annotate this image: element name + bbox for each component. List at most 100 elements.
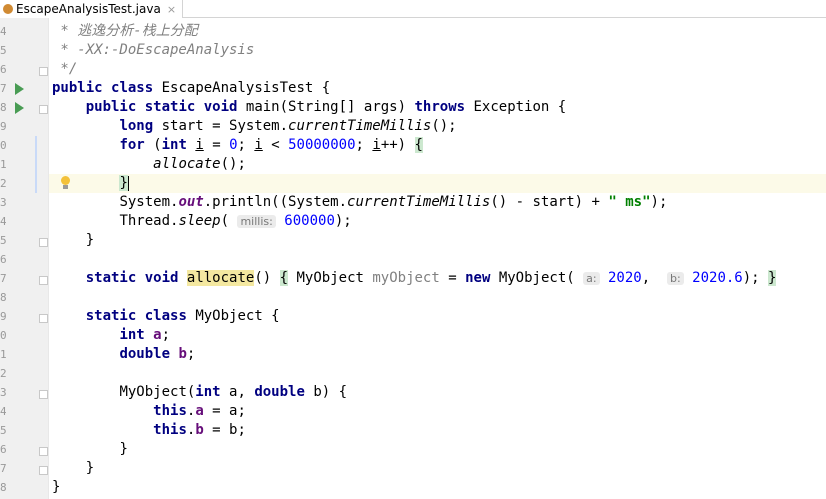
number-literal: 600000 xyxy=(284,213,335,229)
code-line: public class EscapeAnalysisTest { xyxy=(52,79,330,98)
line-number: 1 xyxy=(0,348,6,361)
keyword: int xyxy=(161,137,187,153)
loop-variable: i xyxy=(195,137,204,153)
fold-icon[interactable] xyxy=(39,390,48,399)
code-text: ); xyxy=(334,213,352,229)
fold-icon[interactable] xyxy=(39,276,48,285)
keyword: public xyxy=(52,80,103,96)
run-main-icon[interactable] xyxy=(15,102,24,114)
keyword: throws xyxy=(414,99,466,115)
tab-escape-analysis-test[interactable]: EscapeAnalysisTest.java × xyxy=(0,0,184,18)
loop-variable: i xyxy=(372,137,381,153)
code-text: ; xyxy=(161,327,171,343)
fold-icon[interactable] xyxy=(39,238,48,247)
keyword: new xyxy=(465,270,491,286)
code-text: .println((System. xyxy=(203,194,348,210)
code-text: } xyxy=(119,441,128,457)
code-text: Exception { xyxy=(465,99,567,115)
fold-icon[interactable] xyxy=(39,67,48,76)
keyword: static xyxy=(85,270,137,286)
comment: */ xyxy=(52,61,78,77)
static-method-call: currentTimeMillis xyxy=(347,194,491,210)
line-number: 1 xyxy=(0,158,6,171)
comment: * 逃逸分析-栈上分配 xyxy=(52,23,198,39)
unused-variable: myObject xyxy=(372,270,440,286)
line-number: 4 xyxy=(0,215,6,228)
code-text: ++) xyxy=(380,137,415,153)
keyword: this xyxy=(153,403,187,419)
code-text: = a; xyxy=(203,403,246,419)
close-icon[interactable]: × xyxy=(167,3,176,16)
code-line: * 逃逸分析-栈上分配 xyxy=(52,22,198,41)
change-marker xyxy=(35,174,37,193)
code-line: static void allocate() { MyObject myObje… xyxy=(52,269,777,288)
code-line: public static void main(String[] args) t… xyxy=(52,98,567,117)
code-text: (); xyxy=(220,156,246,172)
line-number: 0 xyxy=(0,139,6,152)
line-number: 6 xyxy=(0,253,6,266)
editor-gutter xyxy=(0,18,48,499)
keyword: int xyxy=(119,327,145,343)
tab-label: EscapeAnalysisTest.java xyxy=(16,2,161,16)
line-number: 7 xyxy=(0,462,6,475)
code-line: } xyxy=(52,174,129,193)
fold-icon[interactable] xyxy=(39,105,48,114)
code-line: for (int i = 0; i < 50000000; i++) { xyxy=(52,136,423,155)
code-text: = xyxy=(439,270,466,286)
code-text: } xyxy=(85,460,95,476)
matched-brace: { xyxy=(414,137,423,153)
change-marker xyxy=(35,136,37,155)
run-class-icon[interactable] xyxy=(15,83,24,95)
number-literal: 2020.6 xyxy=(692,270,743,286)
code-text: , xyxy=(641,270,668,286)
keyword: static xyxy=(85,308,137,324)
keyword: void xyxy=(203,99,238,115)
code-text: () xyxy=(254,270,280,286)
loop-variable: i xyxy=(254,137,263,153)
code-text: b) { xyxy=(304,384,348,400)
keyword: for xyxy=(119,137,145,153)
code-text: start = System. xyxy=(153,118,289,134)
code-line: * -XX:-DoEscapeAnalysis xyxy=(52,41,254,60)
parameter-hint: a: xyxy=(583,272,600,285)
keyword: double xyxy=(254,384,305,400)
parameter-hint: b: xyxy=(667,272,684,285)
line-number: 5 xyxy=(0,234,6,247)
keyword: this xyxy=(153,422,187,438)
line-number: 5 xyxy=(0,44,6,57)
field: a xyxy=(153,327,162,343)
code-line: } xyxy=(52,478,60,497)
current-line-highlight xyxy=(49,174,826,193)
keyword: double xyxy=(119,346,171,362)
fold-icon[interactable] xyxy=(39,314,48,323)
method-call: allocate xyxy=(153,156,221,172)
line-number: 7 xyxy=(0,82,6,95)
matched-brace: } xyxy=(119,175,128,191)
code-line: } xyxy=(52,459,94,478)
line-number: 8 xyxy=(0,481,6,494)
code-line: Thread.sleep( millis: 600000); xyxy=(52,212,352,231)
number-literal: 50000000 xyxy=(288,137,356,153)
constructor-declaration: MyObject( xyxy=(119,384,196,400)
number-literal: 0 xyxy=(229,137,238,153)
method-signature: main(String[] args) xyxy=(237,99,415,115)
code-text: System. xyxy=(119,194,179,210)
comment: * -XX:-DoEscapeAnalysis xyxy=(52,42,255,58)
code-line: allocate(); xyxy=(52,155,246,174)
editor-tab-bar: EscapeAnalysisTest.java × xyxy=(0,0,826,18)
line-number: 3 xyxy=(0,386,6,399)
fold-icon[interactable] xyxy=(39,447,48,456)
line-number: 8 xyxy=(0,291,6,304)
code-line: } xyxy=(52,231,94,250)
fold-icon[interactable] xyxy=(39,466,48,475)
line-number: 0 xyxy=(0,329,6,342)
class-declaration: EscapeAnalysisTest { xyxy=(153,80,331,96)
line-number: 4 xyxy=(0,25,6,38)
